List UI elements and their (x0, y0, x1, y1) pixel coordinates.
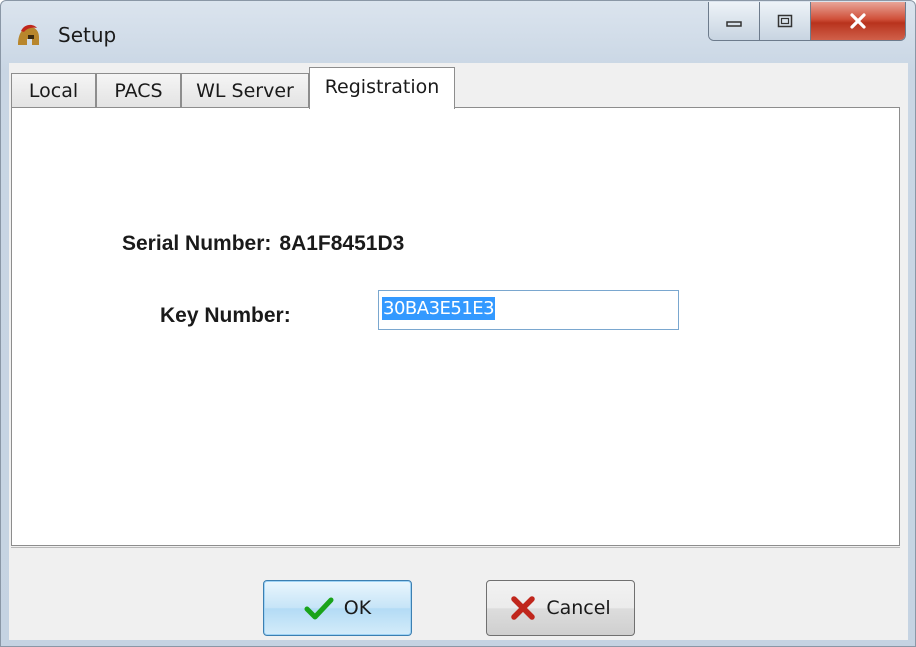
serial-number-label: Serial Number: (122, 232, 272, 255)
tab-pacs[interactable]: PACS (96, 73, 181, 107)
key-number-label: Key Number: (160, 304, 291, 327)
close-button[interactable] (811, 2, 905, 40)
setup-dialog: Setup Local PACS WL Server Registration … (0, 0, 916, 647)
tab-wl-server[interactable]: WL Server (181, 73, 309, 107)
close-icon (850, 13, 866, 29)
x-icon (511, 596, 536, 620)
window-title: Setup (58, 23, 117, 47)
ok-label: OK (343, 597, 372, 619)
tab-local[interactable]: Local (11, 73, 96, 107)
cancel-label: Cancel (546, 597, 611, 619)
cancel-button[interactable]: Cancel (486, 580, 635, 636)
key-number-value: 30BA3E51E3 (382, 297, 496, 320)
dialog-client-area: Local PACS WL Server Registration Serial… (9, 63, 908, 640)
checkmark-icon (304, 597, 334, 620)
serial-number-row: Serial Number: 8A1F8451D3 (122, 232, 404, 256)
minimize-button[interactable] (709, 2, 760, 40)
registration-panel: Serial Number: 8A1F8451D3 Key Number: 30B… (11, 107, 900, 546)
title-bar[interactable]: Setup (1, 1, 915, 63)
tab-registration[interactable]: Registration (309, 67, 455, 109)
spartan-helmet-icon (15, 23, 41, 49)
maximize-button[interactable] (760, 2, 811, 40)
minimize-icon (726, 21, 742, 27)
serial-number-value: 8A1F8451D3 (279, 232, 405, 255)
divider (11, 547, 900, 548)
caption-buttons (708, 2, 906, 41)
maximize-icon (777, 14, 793, 28)
ok-button[interactable]: OK (263, 580, 412, 636)
key-number-input[interactable]: 30BA3E51E3 (378, 290, 679, 330)
